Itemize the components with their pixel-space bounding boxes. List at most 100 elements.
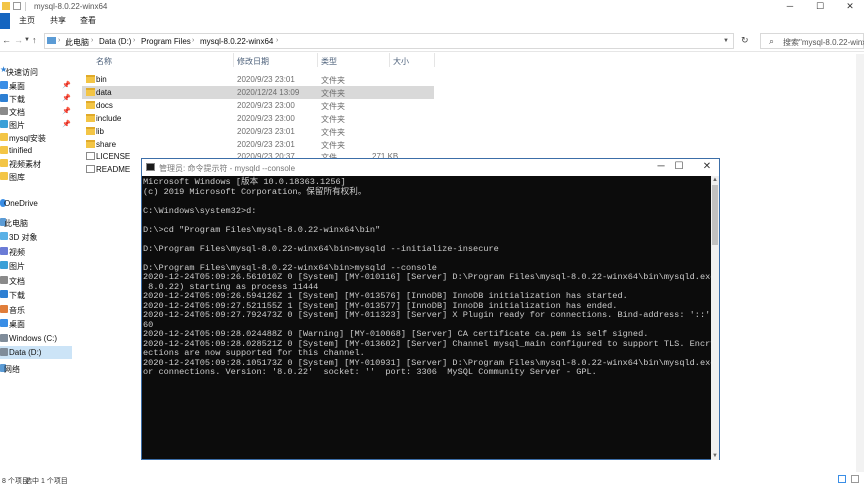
nav-pc-item[interactable]: 文档 — [0, 274, 72, 287]
column-header-size[interactable]: 大小 — [393, 56, 409, 67]
nav-pc-item[interactable]: 图片 — [0, 259, 72, 272]
nav-quick-item[interactable]: 下载 📌 — [0, 92, 72, 105]
nav-item-label: 下载 — [9, 291, 25, 300]
address-bar[interactable]: › 此电脑 › Data (D:) › Program Files › mysq… — [44, 33, 734, 49]
console-close-button[interactable]: ✕ — [696, 161, 718, 172]
cmd-icon — [146, 163, 155, 171]
nav-quick-item[interactable]: 文档 📌 — [0, 105, 72, 118]
search-input[interactable]: ⌕ 搜索"mysql-8.0.22-winx — [760, 33, 864, 49]
breadcrumb-separator-icon[interactable]: › — [192, 37, 194, 44]
nav-pc-item[interactable]: Windows (C:) — [0, 332, 72, 345]
console-line: 60 — [143, 319, 154, 330]
maximize-button[interactable]: ☐ — [806, 0, 834, 13]
console-line: (c) 2019 Microsoft Corporation。保留所有权利。 — [143, 186, 367, 197]
close-button[interactable]: ✕ — [836, 0, 864, 13]
nav-network[interactable]: 网络 — [0, 362, 72, 375]
pin-icon[interactable]: 📌 — [62, 94, 71, 102]
nav-quick-access[interactable]: ★ 快速访问 — [0, 65, 72, 78]
file-row[interactable]: bin 2020/9/23 23:01 文件夹 — [82, 73, 434, 86]
pin-icon[interactable]: 📌 — [62, 107, 71, 115]
nav-quick-item[interactable]: 桌面 📌 — [0, 79, 72, 92]
file-type: 文件夹 — [321, 140, 345, 150]
vertical-scrollbar[interactable] — [856, 54, 864, 472]
file-row[interactable]: include 2020/9/23 23:00 文件夹 — [82, 112, 434, 125]
up-arrow-icon[interactable]: ↑ — [32, 35, 37, 45]
nav-quick-item[interactable]: 图片 📌 — [0, 118, 72, 131]
refresh-icon[interactable]: ↻ — [741, 35, 749, 46]
nav-pc-item[interactable]: 桌面 — [0, 317, 72, 330]
nav-item-label: 桌面 — [9, 82, 25, 91]
quick-access-toolbar-icon[interactable] — [13, 2, 21, 10]
forward-arrow-icon[interactable]: → — [14, 35, 23, 45]
tab-home[interactable]: 主页 — [19, 15, 35, 26]
file-name: README — [96, 165, 131, 175]
column-divider[interactable] — [233, 53, 234, 67]
back-arrow-icon[interactable]: ← — [2, 35, 11, 45]
column-header-modified[interactable]: 修改日期 — [237, 56, 269, 67]
file-modified: 2020/9/23 23:01 — [237, 139, 295, 149]
nav-quick-item[interactable]: 图库 — [0, 170, 72, 183]
scroll-down-arrow-icon[interactable]: ▼ — [711, 452, 719, 460]
breadcrumb-separator-icon[interactable]: › — [276, 37, 278, 44]
nav-quick-item[interactable]: 视频素材 — [0, 157, 72, 170]
large-icons-view-icon[interactable] — [851, 475, 859, 483]
column-divider[interactable] — [389, 53, 390, 67]
file-tab[interactable] — [0, 13, 10, 29]
console-maximize-button[interactable]: ☐ — [668, 161, 690, 172]
minimize-button[interactable]: ─ — [776, 0, 804, 13]
computer-icon — [47, 37, 56, 44]
nav-pc-item[interactable]: Data (D:) — [0, 346, 72, 359]
scroll-thumb[interactable] — [712, 185, 718, 245]
nav-item-label: 3D 对象 — [9, 233, 38, 242]
column-divider[interactable] — [317, 53, 318, 67]
console-scrollbar[interactable]: ▲ ▼ — [711, 176, 719, 460]
pin-icon[interactable]: 📌 — [62, 81, 71, 89]
console-title-bar[interactable]: 管理员: 命令提示符 - mysqld --console ─ ☐ ✕ — [142, 159, 719, 176]
file-name: share — [96, 139, 117, 149]
file-row[interactable]: lib 2020/9/23 23:01 文件夹 — [82, 125, 434, 138]
breadcrumb-separator-icon[interactable]: › — [58, 37, 60, 44]
folder-icon — [0, 146, 8, 154]
nav-item-label: 图片 — [9, 262, 25, 271]
folder-icon — [0, 133, 8, 141]
address-dropdown-chevron-icon[interactable]: ▼ — [723, 38, 729, 44]
breadcrumb-separator-icon[interactable]: › — [91, 37, 93, 44]
nav-onedrive[interactable]: OneDrive — [0, 197, 72, 210]
file-row[interactable]: share 2020/9/23 23:01 文件夹 — [82, 138, 434, 151]
folder-icon — [0, 81, 8, 89]
console-line: 2020-12-24T05:09:27.521155Z 1 [System] [… — [143, 300, 618, 311]
file-row[interactable]: data 2020/12/24 13:09 文件夹 — [82, 85, 434, 99]
breadcrumb-data-d[interactable]: Data (D:) — [99, 37, 131, 46]
tab-share[interactable]: 共享 — [50, 15, 66, 26]
file-type: 文件夹 — [321, 127, 345, 137]
console-output[interactable]: Microsoft Windows [版本 10.0.18363.1256] (c… — [142, 176, 711, 460]
nav-quick-item[interactable]: tinified — [0, 144, 72, 157]
column-header-type[interactable]: 类型 — [321, 56, 337, 67]
details-view-icon[interactable] — [838, 475, 846, 483]
breadcrumb-separator-icon[interactable]: › — [133, 37, 135, 44]
breadcrumb-mysql-folder[interactable]: mysql-8.0.22-winx64 — [200, 37, 273, 46]
breadcrumb-this-pc[interactable]: 此电脑 — [65, 37, 89, 48]
scroll-up-arrow-icon[interactable]: ▲ — [711, 176, 719, 184]
tab-view[interactable]: 查看 — [80, 15, 96, 26]
nav-pc-item[interactable]: 视频 — [0, 245, 72, 258]
drive-icon — [0, 246, 8, 255]
nav-pc-item[interactable]: 下载 — [0, 288, 72, 301]
breadcrumb-program-files[interactable]: Program Files — [141, 37, 191, 46]
nav-pc-item[interactable]: 3D 对象 — [0, 230, 72, 243]
file-modified: 2020/9/23 23:01 — [237, 126, 295, 136]
file-row[interactable]: docs 2020/9/23 23:00 文件夹 — [82, 99, 434, 112]
column-header-name[interactable]: 名称 — [96, 56, 112, 67]
console-line: D:\Program Files\mysql-8.0.22-winx64\bin… — [143, 262, 437, 273]
console-window[interactable]: 管理员: 命令提示符 - mysqld --console ─ ☐ ✕ Micr… — [141, 158, 720, 460]
drive-icon — [0, 275, 8, 284]
nav-this-pc[interactable]: 此电脑 — [0, 216, 72, 229]
nav-quick-item[interactable]: mysql安装 — [0, 131, 72, 144]
column-divider[interactable] — [434, 53, 435, 67]
pin-icon[interactable]: 📌 — [62, 120, 71, 128]
nav-pc-item[interactable]: 音乐 — [0, 303, 72, 316]
file-name: data — [96, 87, 112, 97]
nav-item-label: 视频素材 — [9, 160, 41, 169]
window-title: mysql-8.0.22-winx64 — [34, 2, 108, 11]
recent-locations-chevron-icon[interactable]: ▼ — [24, 37, 30, 43]
